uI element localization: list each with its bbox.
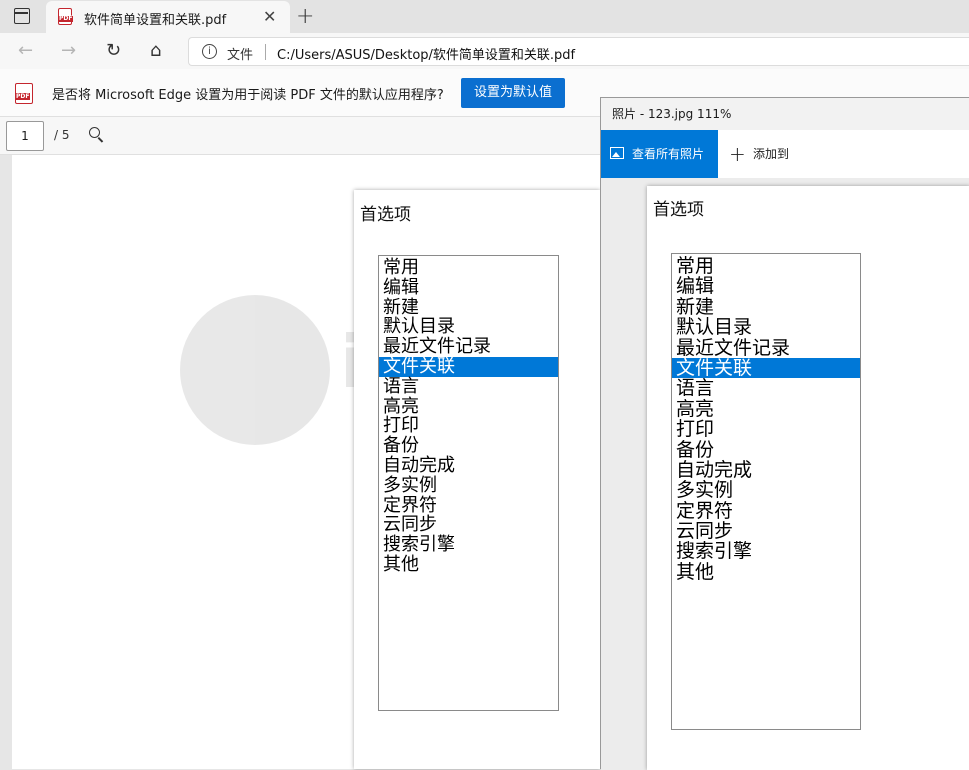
list-item-selected: 文件关联 [379, 357, 558, 377]
page-number-input[interactable]: 1 [6, 121, 44, 151]
new-tab-icon[interactable]: + [296, 4, 314, 29]
list-item: 搜索引擎 [383, 534, 455, 556]
address-separator [265, 44, 266, 60]
home-icon[interactable]: ⌂ [150, 40, 161, 61]
view-all-photos-label: 查看所有照片 [632, 147, 705, 161]
plus-icon: + [729, 142, 746, 166]
set-default-button[interactable]: 设置为默认值 [461, 78, 565, 108]
photo-canvas: 首选项 常用 编辑 新建 默认目录 最近文件记录 文件关联 语言 高亮 打印 备… [601, 178, 969, 770]
preferences-title: 首选项 [653, 200, 704, 220]
preferences-dialog-image: 首选项 常用 编辑 新建 默认目录 最近文件记录 文件关联 语言 高亮 打印 备… [354, 190, 600, 769]
list-item: 搜索引擎 [676, 540, 753, 563]
info-icon[interactable]: i [202, 44, 217, 59]
list-item: 编辑 [383, 276, 419, 298]
list-item: 编辑 [676, 275, 715, 298]
list-item: 多实例 [383, 474, 437, 496]
photos-window: 照片 - 123.jpg 111% 查看所有照片 + 添加到 首选项 常用 编辑… [600, 97, 969, 770]
preferences-title: 首选项 [360, 205, 411, 225]
list-item: 备份 [383, 435, 419, 457]
list-item: 语言 [383, 375, 419, 397]
infobar-message: 是否将 Microsoft Edge 设置为用于阅读 PDF 文件的默认应用程序… [52, 88, 444, 103]
list-item: 最近文件记录 [676, 336, 791, 359]
pdf-icon: PDF [15, 83, 33, 104]
view-all-photos-button[interactable]: 查看所有照片 [601, 130, 718, 178]
tab-title: 软件简单设置和关联.pdf [84, 13, 227, 28]
page-total: / 5 [54, 128, 70, 142]
list-item: 其他 [676, 560, 715, 583]
list-item: 高亮 [383, 395, 419, 417]
address-scheme: 文件 [227, 48, 254, 63]
list-item: 默认目录 [383, 316, 455, 338]
list-item: 新建 [676, 295, 715, 318]
close-tab-icon[interactable]: ✕ [263, 7, 276, 26]
list-item: 常用 [676, 255, 715, 277]
navigation-bar: ← → ↻ ⌂ i 文件 C:/Users/ASUS/Desktop/软件简单设… [0, 33, 969, 69]
refresh-icon[interactable]: ↻ [106, 40, 121, 61]
preferences-list: 常用 编辑 新建 默认目录 最近文件记录 文件关联 语言 高亮 打印 备份 自动… [671, 253, 861, 730]
list-item: 自动完成 [383, 454, 455, 476]
address-bar[interactable]: i 文件 C:/Users/ASUS/Desktop/软件简单设置和关联.pdf [188, 37, 969, 66]
search-icon[interactable] [89, 127, 100, 138]
list-item: 打印 [383, 415, 419, 437]
preferences-list: 常用 编辑 新建 默认目录 最近文件记录 文件关联 语言 高亮 打印 备份 自动… [378, 255, 559, 711]
list-item: 高亮 [676, 397, 715, 420]
list-item: 打印 [676, 418, 715, 441]
list-item: 定界符 [383, 494, 437, 516]
add-to-button[interactable]: + 添加到 [728, 130, 789, 178]
list-item: 云同步 [383, 514, 437, 536]
list-item: 新建 [383, 296, 419, 318]
list-item: 默认目录 [676, 316, 753, 339]
photos-title-bar[interactable]: 照片 - 123.jpg 111% [601, 98, 969, 130]
back-icon[interactable]: ← [18, 40, 33, 61]
add-to-label: 添加到 [753, 147, 790, 161]
list-item: 云同步 [676, 520, 734, 543]
tab-strip: PDF 软件简单设置和关联.pdf ✕ + [0, 0, 969, 33]
image-icon [610, 147, 624, 159]
preferences-photo: 首选项 常用 编辑 新建 默认目录 最近文件记录 文件关联 语言 高亮 打印 备… [647, 186, 969, 770]
list-item: 定界符 [676, 499, 734, 522]
list-item: 最近文件记录 [383, 336, 491, 358]
forward-icon[interactable]: → [61, 40, 76, 61]
list-item: 多实例 [676, 479, 734, 502]
list-item: 备份 [676, 438, 715, 461]
photos-command-bar: 查看所有照片 + 添加到 [601, 130, 969, 178]
list-item: 其他 [383, 553, 419, 575]
address-url[interactable]: C:/Users/ASUS/Desktop/软件简单设置和关联.pdf [277, 44, 575, 63]
pdf-file-icon: PDF [58, 8, 74, 25]
list-item-selected: 文件关联 [672, 358, 860, 378]
browser-tab[interactable]: PDF 软件简单设置和关联.pdf ✕ [46, 1, 290, 33]
list-item: 常用 [383, 257, 419, 278]
list-item: 自动完成 [676, 458, 753, 481]
tab-actions-icon[interactable] [14, 8, 30, 24]
list-item: 语言 [676, 377, 715, 400]
